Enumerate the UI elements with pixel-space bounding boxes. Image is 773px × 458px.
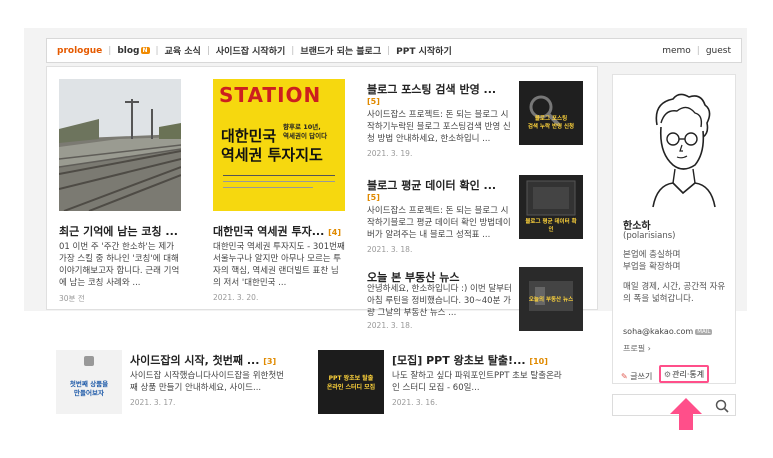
post-list-item[interactable]: PPT 왕초보 탈출 온라인 스터디 모집 [모집] PPT 왕초보 탈출!..…	[318, 342, 598, 414]
nav-sidejob[interactable]: 사이드잡 시작하기	[216, 44, 285, 57]
nav-education-news[interactable]: 교육 소식	[165, 44, 201, 57]
post-title[interactable]: 블로그 평균 데이터 확인 ...	[367, 177, 517, 193]
nav-guest[interactable]: guest	[706, 46, 731, 56]
post-title[interactable]: 최근 기억에 남는 코칭 ...	[59, 223, 187, 239]
post-excerpt: 대한민국 역세권 투자지도 - 301번째 서울누구나 알지만 아무나 모르는 …	[213, 242, 345, 288]
nav-blog[interactable]: blog N	[117, 46, 150, 56]
post-date: 2021. 3. 18.	[367, 321, 413, 330]
comment-count: [4]	[328, 228, 342, 237]
post-excerpt: 나도 잘하고 싶다 파워포인트PPT 초보 탈출온라인 스터디 모집 - 60일…	[392, 371, 562, 393]
profile-sidebar: 한소하 (polarisians) 본업에 충실하며 부업을 확장하며 매일 경…	[612, 74, 736, 384]
post-list-item[interactable]: 첫번째 상품을 만들어보자 사이드잡의 시작, 첫번째 ... [3] 사이드잡…	[56, 342, 316, 414]
post-thumbnail[interactable]: 블로그 포스팅 검색 누락 반영 신청	[519, 81, 583, 145]
profile-illustration	[652, 93, 716, 208]
thumbnail-caption: 블로그 평균 데이터 확인	[525, 219, 577, 233]
post-thumbnail[interactable]: 오늘의 부동산 뉴스	[519, 267, 583, 331]
post-grid: 최근 기억에 남는 코칭 ... 01 이번 주 '주간 한소하'는 제가 가장…	[46, 66, 598, 331]
post-date: 2021. 3. 20.	[213, 293, 259, 302]
nav-memo[interactable]: memo	[662, 46, 691, 56]
profile-handle: (polarisians)	[623, 231, 676, 241]
post-date: 2021. 3. 16.	[392, 398, 438, 407]
profile-link[interactable]: 프로필 ›	[623, 343, 651, 354]
post-title[interactable]: 블로그 포스팅 검색 반영 ...	[367, 81, 517, 97]
post-list-item[interactable]: 블로그 평균 데이터 확인 ... [5] 사이드잡스 프로젝트: 돈 되는 블…	[367, 175, 595, 255]
thumbnail-caption: PPT 왕초보 탈출 온라인 스터디 모집	[326, 375, 376, 391]
post-excerpt: 01 이번 주 '주간 한소하'는 제가 가장 스킬 중 하나인 '코칭'에 대…	[59, 242, 180, 288]
post-title[interactable]: [모집] PPT 왕초보 탈출!... [10]	[392, 352, 598, 368]
post-excerpt: 안녕하세요, 한소하입니다 :) 이번 달부터 아침 루틴을 정비했습니다. 3…	[367, 284, 512, 318]
post-card[interactable]: STATION 향후로 10년, 역세권이 답이다 대한민국 역세권 투자지도 …	[213, 79, 347, 307]
mail-badge: MAIL	[695, 329, 713, 335]
post-excerpt: 사이드잡스 프로젝트: 돈 되는 블로그 시작하기블로그 평균 데이터 확인 방…	[367, 206, 511, 240]
search-icon[interactable]	[715, 399, 729, 413]
comment-count: [5]	[367, 97, 380, 106]
post-list-item[interactable]: 블로그 포스팅 검색 반영 ... [5] 사이드잡스 프로젝트: 돈 되는 블…	[367, 79, 595, 159]
post-thumbnail[interactable]: STATION 향후로 10년, 역세권이 답이다 대한민국 역세권 투자지도	[213, 79, 345, 211]
admin-stats-button[interactable]: ⚙ 관리·통계	[659, 365, 709, 383]
cover-title-top: STATION	[219, 83, 322, 107]
post-date: 2021. 3. 18.	[367, 245, 413, 254]
comment-count: [3]	[263, 357, 277, 366]
post-thumbnail[interactable]: 첫번째 상품을 만들어보자	[56, 350, 122, 414]
nav-brand-blog[interactable]: 브랜드가 되는 블로그	[300, 44, 381, 57]
thumbnail-caption: 오늘의 부동산 뉴스	[528, 297, 574, 303]
profile-email[interactable]: soha@kakao.com MAIL	[623, 327, 713, 336]
post-date: 30분 전	[59, 294, 85, 303]
post-thumbnail[interactable]: PPT 왕초보 탈출 온라인 스터디 모집	[318, 350, 384, 414]
top-navigation: prologue | blog N | 교육 소식 | 사이드잡 시작하기 | 브…	[46, 38, 742, 63]
nav-ppt[interactable]: PPT 시작하기	[396, 44, 452, 57]
thumbnail-caption: 첫번째 상품을 만들어보자	[69, 380, 109, 397]
post-excerpt: 사이드잡스 프로젝트: 돈 되는 블로그 시작하기누락된 블로그 포스팅검색 반…	[367, 110, 511, 144]
post-grid-bottom: 첫번째 상품을 만들어보자 사이드잡의 시작, 첫번째 ... [3] 사이드잡…	[46, 332, 598, 422]
comment-count: [5]	[367, 193, 380, 202]
post-thumbnail[interactable]	[59, 79, 181, 211]
thumbnail-caption: 블로그 포스팅 검색 누락 반영 신청	[527, 116, 575, 130]
profile-name: 한소하	[623, 221, 651, 232]
post-date: 2021. 3. 17.	[130, 398, 176, 407]
profile-bio: 본업에 충실하며 부업을 확장하며	[623, 250, 681, 272]
post-title[interactable]: 사이드잡의 시작, 첫번째 ... [3]	[130, 352, 320, 368]
pencil-icon: ✎	[621, 372, 628, 381]
nav-prologue[interactable]: prologue	[57, 46, 102, 56]
comment-count: [10]	[529, 357, 548, 366]
annotation-arrow-icon	[670, 398, 702, 430]
post-date: 2021. 3. 19.	[367, 149, 413, 158]
cover-title-main: 대한민국 역세권 투자지도	[221, 127, 323, 164]
post-excerpt: 사이드잡 시작했습니다사이드잡을 위한첫번째 상품 만들기 안내하세요, 사이드…	[130, 371, 284, 393]
post-title[interactable]: 대한민국 역세권 투자... [4]	[213, 223, 349, 239]
gear-icon: ⚙	[663, 369, 672, 379]
profile-bio-2: 매일 경제, 시간, 공간적 자유의 폭을 넓혀갑니다.	[623, 282, 726, 304]
post-thumbnail[interactable]: 블로그 평균 데이터 확인	[519, 175, 583, 239]
new-badge: N	[140, 46, 150, 54]
write-button[interactable]: ✎ 글쓰기	[621, 371, 652, 382]
post-card[interactable]: 최근 기억에 남는 코칭 ... 01 이번 주 '주간 한소하'는 제가 가장…	[59, 79, 181, 307]
